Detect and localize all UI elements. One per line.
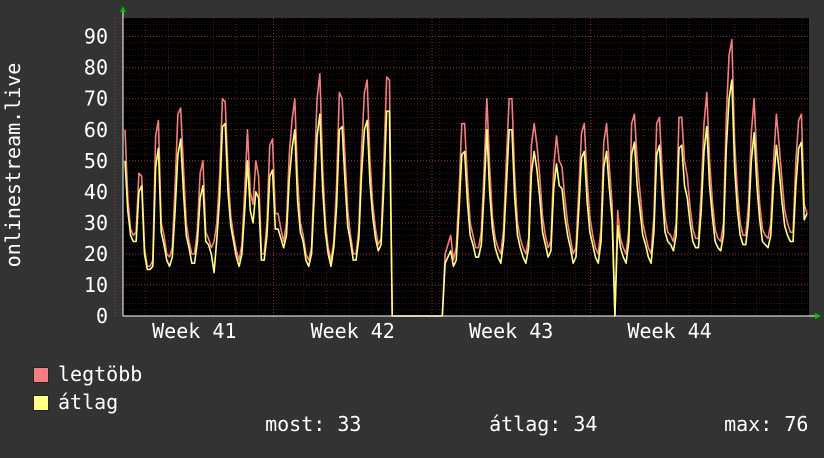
y-tick-label: 60 <box>84 118 108 142</box>
stat-max-label: max: <box>724 412 773 436</box>
x-tick-label: Week 44 <box>627 319 711 343</box>
y-tick-label: 0 <box>96 304 108 328</box>
stat-avg-value: 34 <box>573 412 598 436</box>
stat-now-label: most: <box>265 412 326 436</box>
y-tick-label: 30 <box>84 211 108 235</box>
stat-max: max: 76 <box>700 391 808 435</box>
y-tick-label: 40 <box>84 180 108 204</box>
y-tick-label: 20 <box>84 242 108 266</box>
x-axis-arrow-icon <box>815 313 821 319</box>
stat-avg: átlag: 34 <box>465 391 597 435</box>
stat-now: most: 33 <box>241 391 361 435</box>
y-tick-label: 10 <box>84 273 108 297</box>
y-axis-arrow-icon <box>120 6 126 12</box>
legend-label-avg: átlag <box>58 390 119 414</box>
stat-avg-label: átlag: <box>489 412 562 436</box>
legend-item-avg: átlag <box>30 391 118 457</box>
legend-label-max: legtöbb <box>58 362 143 386</box>
x-tick-label: Week 43 <box>469 319 553 343</box>
x-tick-label: Week 42 <box>311 319 395 343</box>
y-axis-title: onlinestream.live <box>1 63 25 268</box>
y-tick-label: 90 <box>84 25 108 49</box>
legend-swatch-max <box>33 367 49 383</box>
x-tick-label: Week 41 <box>152 319 236 343</box>
stat-max-value: 76 <box>784 412 809 436</box>
y-tick-label: 50 <box>84 149 108 173</box>
y-tick-label: 80 <box>84 56 108 80</box>
y-tick-label: 70 <box>84 87 108 111</box>
legend-swatch-avg <box>33 395 49 411</box>
stat-now-value: 33 <box>337 412 362 436</box>
